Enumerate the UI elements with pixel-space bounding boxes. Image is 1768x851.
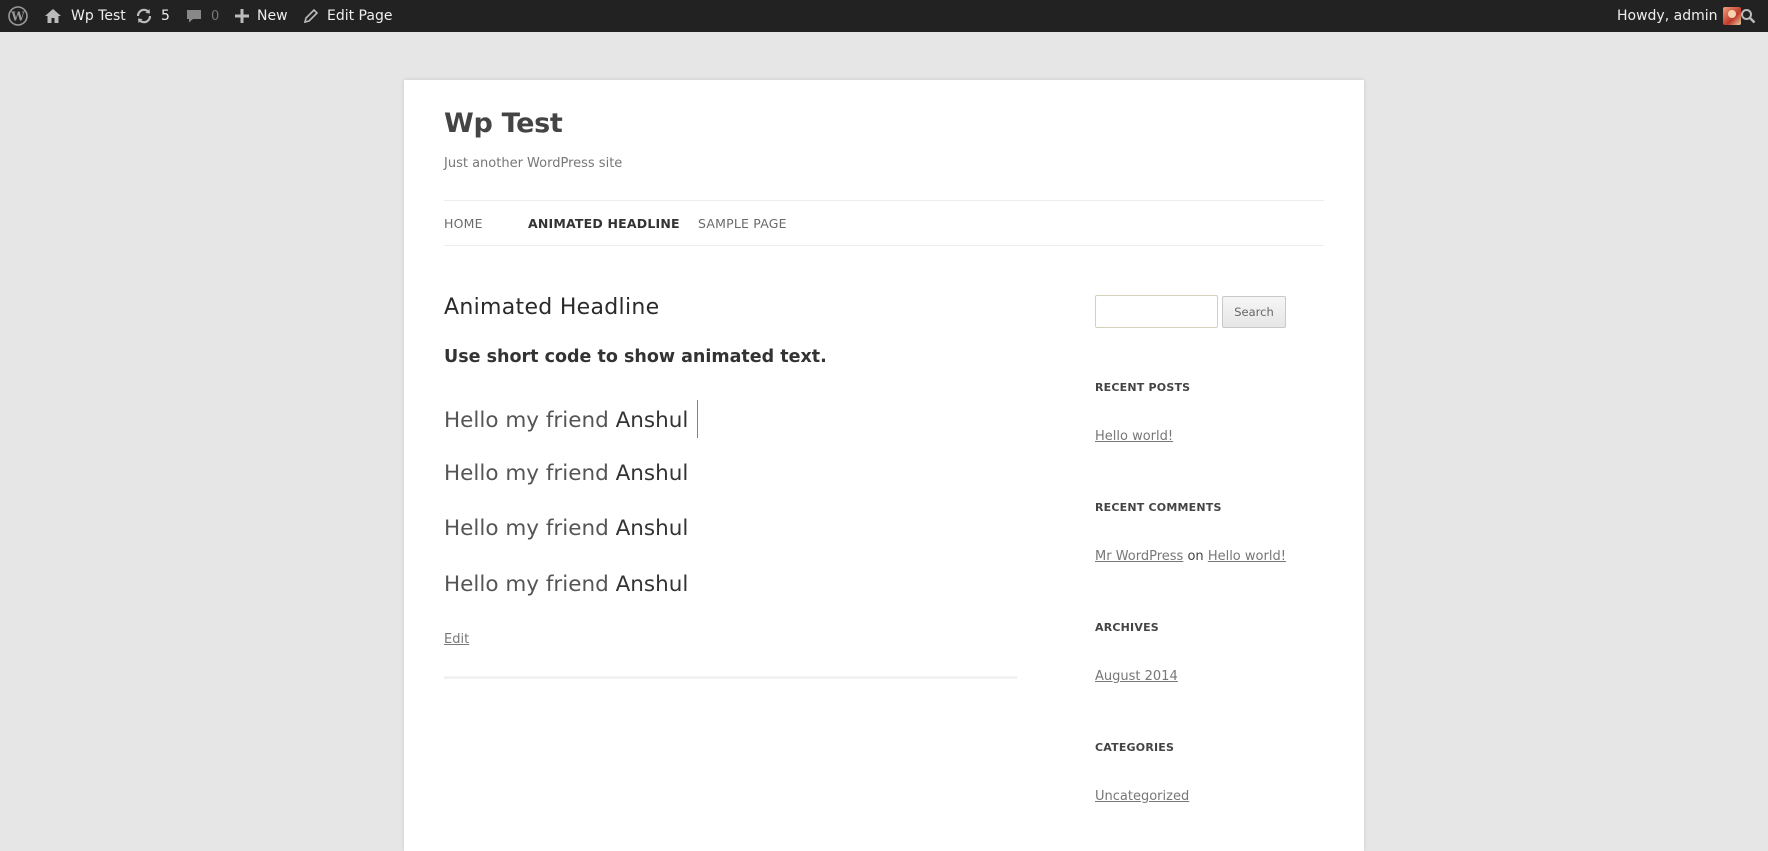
main-navigation: HOME ANIMATED HEADLINE SAMPLE PAGE	[444, 200, 1324, 246]
svg-text:W: W	[10, 10, 25, 24]
typing-cursor	[697, 400, 699, 438]
comment-author-link[interactable]: Mr WordPress	[1095, 549, 1183, 564]
animated-headline: Hello my friend Anshul	[444, 572, 688, 597]
headline-prefix: Hello my friend	[444, 461, 609, 486]
archive-link[interactable]: August 2014	[1095, 669, 1178, 684]
list-item: Mr WordPress on Hello world!	[1095, 549, 1286, 564]
comments-link[interactable]: 0	[185, 0, 219, 32]
headline-word: Anshul	[615, 516, 689, 541]
entry-title: Animated Headline	[444, 295, 660, 320]
recent-comments-title: RECENT COMMENTS	[1095, 501, 1222, 514]
entry-lead-text: Use short code to show animated text.	[444, 347, 827, 367]
headline-prefix: Hello my friend	[444, 408, 609, 433]
pencil-icon	[303, 8, 318, 24]
site-page: Wp Test Just another WordPress site HOME…	[404, 80, 1364, 851]
entry-separator	[444, 676, 1017, 679]
new-content-link[interactable]: New	[235, 0, 288, 32]
search-icon[interactable]	[1740, 0, 1756, 32]
list-item: August 2014	[1095, 669, 1178, 684]
site-title[interactable]: Wp Test	[444, 108, 563, 139]
headline-word: Anshul	[615, 408, 689, 433]
animated-headline: Hello my friend Anshul	[444, 516, 688, 541]
updates-icon	[135, 7, 153, 25]
edit-page-link[interactable]: Edit Page	[303, 0, 392, 32]
animated-headline: Hello my friend Anshul	[444, 400, 699, 440]
my-account-menu[interactable]: Howdy, admin	[1617, 0, 1742, 32]
wordpress-logo-icon[interactable]: W	[8, 0, 28, 32]
animated-headline: Hello my friend Anshul	[444, 461, 688, 486]
comments-count: 0	[211, 8, 220, 24]
recent-posts-title: RECENT POSTS	[1095, 381, 1191, 394]
site-description: Just another WordPress site	[444, 156, 623, 171]
site-name-link[interactable]: Wp Test	[44, 0, 126, 32]
plus-icon	[235, 9, 249, 23]
nav-item-home[interactable]: HOME	[444, 216, 483, 231]
comment-on-text: on	[1187, 549, 1204, 564]
updates-link[interactable]: 5	[135, 0, 170, 32]
search-button[interactable]: Search	[1222, 296, 1286, 328]
search-input[interactable]	[1095, 295, 1218, 328]
list-item: Uncategorized	[1095, 789, 1189, 804]
new-label: New	[257, 8, 288, 24]
comment-post-link[interactable]: Hello world!	[1208, 549, 1286, 564]
categories-title: CATEGORIES	[1095, 741, 1175, 754]
comment-icon	[185, 7, 203, 25]
updates-count: 5	[161, 8, 170, 24]
site-name-label: Wp Test	[71, 8, 126, 24]
admin-bar: W Wp Test 5 0 New Edit Page Howdy, admin	[0, 0, 1768, 32]
edit-page-label: Edit Page	[327, 8, 393, 24]
recent-post-link[interactable]: Hello world!	[1095, 429, 1173, 444]
headline-prefix: Hello my friend	[444, 572, 609, 597]
archives-title: ARCHIVES	[1095, 621, 1159, 634]
category-link[interactable]: Uncategorized	[1095, 789, 1189, 804]
edit-link[interactable]: Edit	[444, 632, 469, 647]
headline-word: Anshul	[615, 572, 689, 597]
howdy-label: Howdy, admin	[1617, 8, 1718, 24]
avatar	[1723, 7, 1742, 25]
headline-prefix: Hello my friend	[444, 516, 609, 541]
headline-word: Anshul	[615, 461, 689, 486]
nav-item-sample-page[interactable]: SAMPLE PAGE	[698, 216, 787, 231]
nav-item-animated-headline[interactable]: ANIMATED HEADLINE	[528, 216, 680, 231]
list-item: Hello world!	[1095, 429, 1173, 444]
home-icon	[44, 7, 62, 25]
